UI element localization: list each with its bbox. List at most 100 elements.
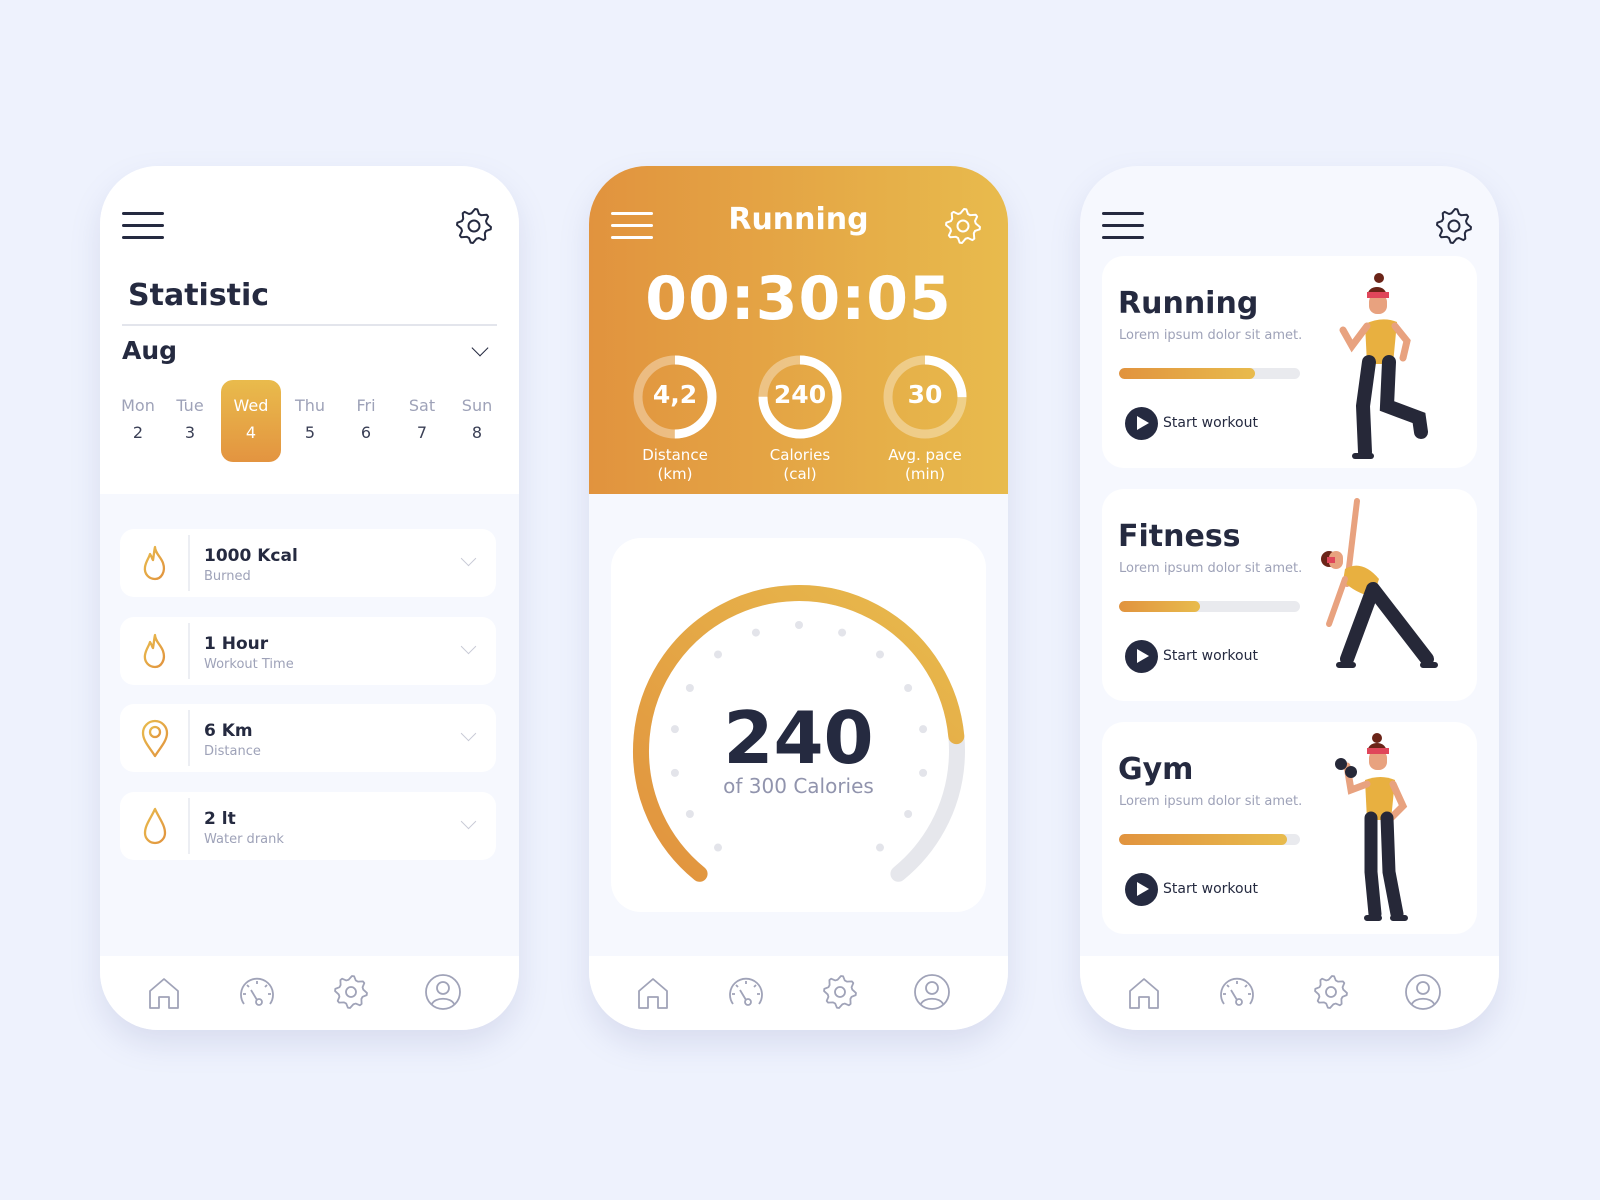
day-sun[interactable]: Sun 8 [447, 380, 507, 462]
stat-label: Burned [204, 569, 251, 584]
workout-title: Gym [1118, 752, 1194, 787]
stat-value: 6 Km [204, 721, 253, 741]
nav-home-icon[interactable] [633, 972, 673, 1012]
workout-card-running[interactable]: Running Lorem ipsum dolor sit amet. Start … [1102, 256, 1477, 468]
nav-gear-icon[interactable] [1311, 972, 1351, 1012]
stat-label: Water drank [204, 832, 284, 847]
divider [188, 623, 190, 679]
day-thu[interactable]: Thu 5 [280, 380, 340, 462]
day-name: Sun [461, 396, 493, 415]
start-workout-label: Start workout [1163, 648, 1258, 664]
chevron-down-icon[interactable] [460, 813, 477, 830]
stat-item[interactable]: 6 Km Distance [120, 704, 496, 772]
workout-description: Lorem ipsum dolor sit amet. [1119, 328, 1303, 343]
nav-user-icon[interactable] [423, 972, 463, 1012]
gauge-tick [685, 810, 694, 818]
settings-gear-icon[interactable] [454, 206, 494, 246]
day-name: Wed [233, 396, 269, 415]
chevron-down-icon[interactable] [460, 550, 477, 567]
stat-item[interactable]: 1000 Kcal Burned [120, 529, 496, 597]
gauge-tick [751, 628, 760, 637]
play-icon [1125, 872, 1158, 906]
play-icon [1125, 639, 1158, 673]
gauge-tick [714, 843, 723, 852]
flame-icon [143, 633, 166, 669]
day-number: 8 [471, 423, 483, 442]
start-workout-label: Start workout [1163, 415, 1258, 431]
ring-unit: (cal) [783, 465, 817, 483]
ring-label: Avg. pace [888, 446, 962, 464]
progress-fill [1119, 601, 1201, 612]
day-fri[interactable]: Fri 6 [336, 380, 396, 462]
day-number: 6 [360, 423, 372, 442]
stat-item[interactable]: 1 Hour Workout Time [120, 617, 496, 685]
gauge-tick [904, 684, 913, 692]
stat-value: 1000 Kcal [204, 546, 298, 566]
day-mon[interactable]: Mon 2 [108, 380, 168, 462]
ring-label: Calories [769, 446, 831, 464]
workout-timer: 00:30:05 [645, 264, 952, 334]
start-workout-button[interactable]: Start workout [1125, 406, 1258, 440]
chevron-down-icon[interactable] [460, 725, 477, 742]
ring-value: 4,2 [652, 380, 698, 409]
divider [188, 798, 190, 854]
menu-button[interactable] [1102, 212, 1144, 239]
progress-fill [1119, 834, 1288, 845]
nav-gear-icon[interactable] [820, 972, 860, 1012]
day-number: 5 [304, 423, 316, 442]
bottom-nav [1080, 956, 1499, 1030]
nav-speedometer-icon[interactable] [1217, 972, 1257, 1012]
workout-description: Lorem ipsum dolor sit amet. [1119, 794, 1303, 809]
workout-progress-bar [1119, 834, 1300, 845]
workout-progress-bar [1119, 368, 1300, 379]
settings-gear-icon[interactable] [1434, 206, 1474, 246]
nav-home-icon[interactable] [1124, 972, 1164, 1012]
nav-gear-icon[interactable] [331, 972, 371, 1012]
start-workout-label: Start workout [1163, 881, 1258, 897]
ring-unit: (km) [657, 465, 693, 483]
divider [188, 710, 190, 766]
workout-card-gym[interactable]: Gym Lorem ipsum dolor sit amet. Start work… [1102, 722, 1477, 934]
running-screen: Running 00:30:05 4,2 Distance (km) 240 Calor… [589, 166, 1008, 1030]
stat-item[interactable]: 2 lt Water drank [120, 792, 496, 860]
metric-ring: 240 Calories (cal) [755, 352, 845, 488]
gauge-caption: of 300 Calories [723, 774, 874, 798]
nav-speedometer-icon[interactable] [726, 972, 766, 1012]
runner-illustration [1339, 273, 1428, 459]
gauge-tick [875, 650, 884, 659]
stat-label: Distance [204, 744, 261, 759]
stat-value: 1 Hour [204, 634, 269, 654]
bottom-nav [100, 956, 519, 1030]
chevron-down-icon[interactable] [460, 638, 477, 655]
flame-icon [143, 545, 166, 581]
gauge-tick [904, 810, 913, 818]
workout-card-fitness[interactable]: Fitness Lorem ipsum dolor sit amet. Start … [1102, 489, 1477, 701]
divider [188, 535, 190, 591]
workout-title: Running [1118, 286, 1259, 321]
day-name: Sat [408, 396, 436, 415]
gauge-tick [795, 621, 803, 629]
settings-gear-icon[interactable] [943, 206, 983, 246]
workout-progress-bar [1119, 601, 1300, 612]
ring-value: 30 [907, 380, 943, 409]
menu-button[interactable] [122, 212, 164, 239]
day-tue[interactable]: Tue 3 [160, 380, 220, 462]
day-number: 4 [245, 423, 257, 442]
day-number: 3 [184, 423, 196, 442]
calorie-gauge-card: 240 of 300 Calories [611, 538, 986, 912]
nav-user-icon[interactable] [912, 972, 952, 1012]
month-selector[interactable]: Aug [122, 336, 177, 365]
nav-speedometer-icon[interactable] [237, 972, 277, 1012]
workout-title: Fitness [1118, 519, 1241, 554]
gauge-value: 240 [723, 696, 874, 780]
day-number: 2 [132, 423, 144, 442]
day-name: Fri [356, 396, 376, 415]
start-workout-button[interactable]: Start workout [1125, 872, 1258, 906]
start-workout-button[interactable]: Start workout [1125, 639, 1258, 673]
ring-unit: (min) [905, 465, 945, 483]
divider [122, 324, 497, 326]
nav-user-icon[interactable] [1403, 972, 1443, 1012]
day-sat[interactable]: Sat 7 [392, 380, 452, 462]
day-wed[interactable]: Wed 4 [221, 380, 281, 462]
nav-home-icon[interactable] [144, 972, 184, 1012]
